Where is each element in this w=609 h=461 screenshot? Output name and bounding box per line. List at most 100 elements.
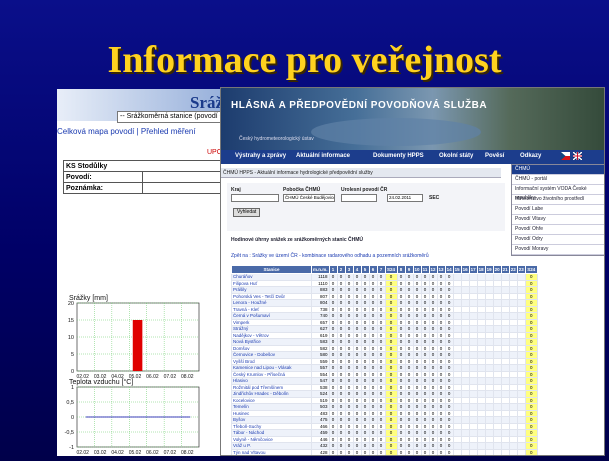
x-tick-label: 03.02 [94, 450, 107, 456]
povodi-select[interactable] [341, 194, 377, 202]
menu-povesi[interactable]: Pověsí [485, 153, 504, 159]
hour-cell: 0 [353, 456, 361, 457]
search-button[interactable]: Vyhledat [233, 208, 261, 217]
x-tick-label: 08.02 [181, 450, 194, 456]
back-link[interactable]: Zpět na : Srážky ve území ČR - kombinace… [231, 253, 429, 259]
dropdown-item[interactable]: Povodí Odry [512, 235, 604, 245]
hour-cell: 0 [421, 456, 429, 457]
x-tick-label: 06.02 [146, 374, 159, 380]
hour-cell: 0 [361, 456, 369, 457]
menu-links[interactable]: Odkazy [520, 153, 541, 159]
column-header: S24 [384, 265, 398, 274]
banner-lake-image [311, 118, 481, 146]
y-tick-label: 1 [71, 385, 74, 391]
y-tick-label: 5 [71, 352, 74, 358]
column-header: 12 [428, 265, 438, 274]
dropdown-item[interactable]: Povodí Labe [512, 205, 604, 215]
hour-cell: 0 [369, 456, 377, 457]
bar [132, 320, 143, 371]
hour-cell: 0 [397, 456, 405, 457]
hour-cell [461, 456, 469, 457]
daily-sum-cell: 0 [385, 456, 397, 457]
column-header: 4 [352, 265, 362, 274]
dropdown-item[interactable]: Povodí Vltavy [512, 215, 604, 225]
dropdown-item[interactable]: Povodí Ohře [512, 225, 604, 235]
hour-cell: 0 [429, 456, 437, 457]
column-header: 3 [344, 265, 354, 274]
menu-neighbor-states[interactable]: Okolní státy [439, 153, 473, 159]
map-nav-links[interactable]: Celková mapa povodí | Přehled měření [57, 127, 196, 136]
hour-cell [493, 456, 501, 457]
hour-cell: 0 [337, 456, 345, 457]
hour-cell [509, 456, 517, 457]
column-header: 8 [396, 265, 406, 274]
daily-sum-cell: 0 [525, 456, 537, 457]
dropdown-item[interactable]: ČHMÚ [512, 165, 604, 175]
column-header: 16 [460, 265, 470, 274]
y-tick-label: 0,5 [66, 400, 74, 406]
hour-cell: 0 [405, 456, 413, 457]
pobocka-select[interactable]: ČHMÚ České Budějovice [283, 194, 335, 202]
x-tick-label: 02.02 [76, 450, 89, 456]
hour-cell [453, 456, 461, 457]
hour-cell [485, 456, 493, 457]
flood-service-window: HLÁSNÁ A PŘEDPOVĚDNÍ POVODŇOVÁ SLUŽBA Če… [220, 87, 605, 456]
date-input[interactable]: 24.02.2011 [387, 194, 423, 202]
station-link[interactable]: Tábor - Lužnice [232, 456, 312, 457]
column-header: 7 [376, 265, 386, 274]
column-header: 22 [508, 265, 518, 274]
column-header: m.n.m. [311, 265, 330, 274]
menu-warnings[interactable]: Výstrahy a zprávy [235, 153, 286, 159]
x-tick-label: 06.02 [146, 450, 159, 456]
dropdown-item[interactable]: Povodí Moravy [512, 245, 604, 255]
y-tick-label: 10 [68, 335, 74, 341]
uk-flag-icon[interactable] [573, 152, 582, 160]
column-header: 6 [368, 265, 378, 274]
y-tick-label: 20 [68, 301, 74, 307]
menu-documents[interactable]: Dokumenty HPPS [373, 153, 424, 159]
chart-title: Teplota vzduchu [°C] [69, 378, 133, 386]
y-tick-label: 15 [68, 318, 74, 324]
column-header: 18 [476, 265, 486, 274]
hour-cell [469, 456, 477, 457]
column-header: 15 [452, 265, 462, 274]
hour-cell: 0 [377, 456, 385, 457]
column-header: 23 [516, 265, 526, 274]
x-tick-label: 07.02 [164, 374, 177, 380]
column-header: 1 [328, 265, 338, 274]
menu-current-info[interactable]: Aktuální informace [296, 153, 350, 159]
hour-cell [517, 456, 525, 457]
dropdown-item[interactable]: Informační systém VODA České republiky [512, 185, 604, 201]
y-tick-label: -1 [69, 445, 74, 451]
site-banner: HLÁSNÁ A PŘEDPOVĚDNÍ POVODŇOVÁ SLUŽBA Če… [221, 88, 604, 150]
section-title: Hodinové úhrny srážek ze srážkoměrných s… [231, 237, 363, 243]
column-header: 11 [420, 265, 430, 274]
povodi-label: Urolesní povodí ČR [341, 187, 388, 193]
dropdown-item[interactable]: Ministerstvo životního prostředí [512, 195, 604, 205]
column-header: 21 [500, 265, 510, 274]
row-label: Povodí: [63, 171, 143, 183]
y-tick-label: -0,5 [65, 430, 74, 436]
hour-cell: 0 [413, 456, 421, 457]
hour-cell: 0 [437, 456, 445, 457]
sec-label: SEC [429, 195, 440, 201]
dropdown-item[interactable]: ČHMÚ - portál [512, 175, 604, 185]
hour-cell [501, 456, 509, 457]
hourly-precipitation-table: Stanice m.n.m. 1 2 3 4 5 6 7 S24 8 9 10 11 12 13 14 15 16 1… [231, 265, 538, 457]
site-subtitle: Český hydrometeorologický ústav [239, 136, 314, 142]
hour-cell: 0 [329, 456, 337, 457]
slide-title: Informace pro veřejnost [107, 39, 502, 81]
column-header: 2 [336, 265, 346, 274]
x-tick-label: 08.02 [181, 374, 194, 380]
column-header: 9 [404, 265, 414, 274]
x-tick-label: 05.02 [129, 450, 142, 456]
x-tick-label: 07.02 [164, 450, 177, 456]
hour-cell [477, 456, 485, 457]
column-header: 5 [360, 265, 370, 274]
main-menu: Výstrahy a zprávy Aktuální informace Dok… [221, 150, 604, 164]
kraj-select[interactable] [231, 194, 279, 202]
czech-flag-icon[interactable] [561, 152, 570, 160]
column-header: Stanice [231, 265, 312, 274]
table-row: Tábor - Lužnice4260000000000000000 [232, 456, 538, 457]
column-header: S24 [524, 265, 538, 274]
